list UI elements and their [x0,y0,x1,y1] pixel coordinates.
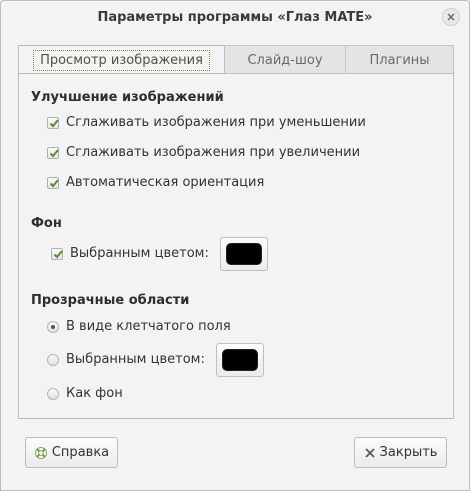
background-custom-color-checkbox[interactable] [51,247,63,260]
smooth-zoom-out-option[interactable]: Сглаживать изображения при уменьшении [47,115,366,130]
option-label: Как фон [66,386,123,401]
smooth-zoom-out-checkbox[interactable] [47,116,59,129]
transparency-checkered-radio[interactable] [47,320,59,333]
smooth-zoom-in-checkbox[interactable] [47,146,59,159]
titlebar: Параметры программы «Глаз MATE» [1,1,469,35]
transparency-heading: Прозрачные области [31,293,190,308]
help-button[interactable]: Справка [25,437,118,468]
option-label: Сглаживать изображения при увеличении [66,145,361,160]
close-icon [364,447,376,459]
tab-label: Слайд-шоу [247,52,323,68]
enhancement-heading: Улучшение изображений [31,90,224,105]
background-custom-color-option[interactable]: Выбранным цветом: [51,246,209,261]
checkmark-icon [53,249,63,258]
color-swatch [226,243,262,265]
close-button[interactable]: Закрыть [354,437,447,468]
transparency-as-background-radio[interactable] [47,387,59,400]
option-label: Автоматическая ориентация [66,175,265,190]
help-button-label: Справка [51,445,110,460]
transparency-color-button[interactable] [216,343,264,377]
image-view-page: Улучшение изображений Сглаживать изображ… [18,73,454,419]
checkmark-icon [49,118,59,127]
window-title: Параметры программы «Глаз MATE» [97,10,373,25]
auto-orientation-checkbox[interactable] [47,176,59,189]
checkmark-icon [49,178,59,187]
close-button-label: Закрыть [379,445,438,460]
background-heading: Фон [31,216,62,231]
tab-label: Просмотр изображения [33,49,210,71]
option-label: Сглаживать изображения при уменьшении [66,115,366,130]
tab-plugins[interactable]: Плагины [346,45,454,74]
transparency-custom-color-radio[interactable] [47,353,59,366]
auto-orientation-option[interactable]: Автоматическая ориентация [47,175,264,190]
checkmark-icon [49,148,59,157]
transparency-custom-color-option[interactable]: Выбранным цветом: [47,352,205,367]
tab-label: Плагины [369,52,430,68]
color-swatch [222,349,258,371]
transparency-checkered-option[interactable]: В виде клетчатого поля [47,319,231,334]
notebook: Просмотр изображения Слайд-шоу Плагины У… [18,45,454,419]
option-label: Выбранным цветом: [66,352,205,367]
help-lifebuoy-icon [34,446,48,460]
option-label: В виде клетчатого поля [66,319,231,334]
tab-bar: Просмотр изображения Слайд-шоу Плагины [18,45,454,74]
close-icon [447,13,455,21]
tab-image-view[interactable]: Просмотр изображения [18,45,225,74]
preferences-dialog: Параметры программы «Глаз MATE» Просмотр… [0,0,470,491]
tab-slideshow[interactable]: Слайд-шоу [225,45,346,74]
background-color-button[interactable] [220,237,268,271]
smooth-zoom-in-option[interactable]: Сглаживать изображения при увеличении [47,145,360,160]
window-close-button[interactable] [442,8,460,26]
option-label: Выбранным цветом: [70,246,209,261]
transparency-as-background-option[interactable]: Как фон [47,386,123,401]
